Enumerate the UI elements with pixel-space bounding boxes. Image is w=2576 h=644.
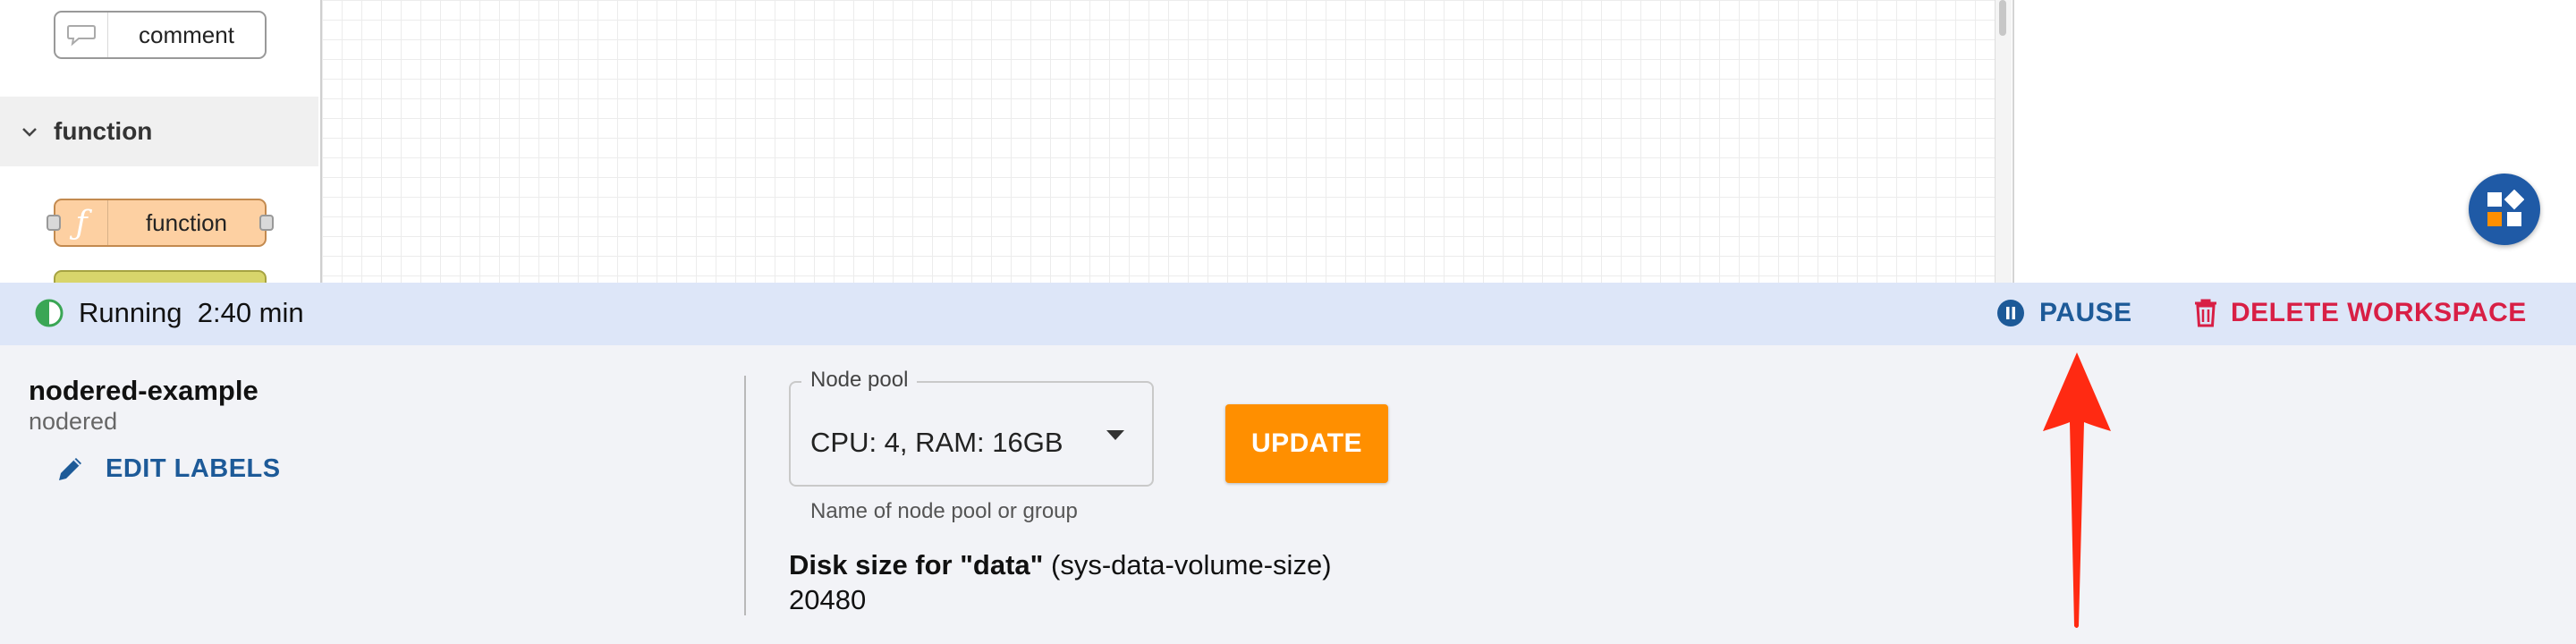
palette-category-function[interactable]: function <box>0 97 318 166</box>
palette-category-label: function <box>54 117 153 145</box>
palette-node-label: comment <box>139 21 234 48</box>
canvas-scrollbar[interactable] <box>1995 0 2012 283</box>
widgets-icon <box>2487 190 2524 226</box>
palette-node-function[interactable]: ƒ function <box>47 199 274 247</box>
node-input-port <box>47 215 61 231</box>
edit-labels-label: EDIT LABELS <box>106 453 281 483</box>
workspace-type: nodered <box>29 408 118 435</box>
disk-size-label: Disk size for "data" (sys-data-volume-si… <box>789 549 1332 581</box>
disk-size-value: 20480 <box>789 584 867 615</box>
caret-down-icon[interactable] <box>1106 430 1124 440</box>
dashboard-widget-button[interactable] <box>2469 174 2540 245</box>
workspace-status-bar <box>0 283 2576 345</box>
node-pool-value: CPU: 4, RAM: 16GB <box>810 427 1063 458</box>
node-pool-helper-text: Name of node pool or group <box>810 499 1078 523</box>
vertical-divider <box>744 376 746 615</box>
status-text: Running 2:40 min <box>79 298 304 328</box>
edit-labels-button[interactable]: EDIT LABELS <box>55 451 281 487</box>
flow-canvas[interactable] <box>322 0 2002 283</box>
pause-label: PAUSE <box>2039 298 2132 327</box>
disk-size-label-bold: Disk size for "data" <box>789 549 1044 580</box>
pause-icon <box>1997 300 2024 326</box>
pause-button[interactable]: PAUSE <box>1996 295 2132 331</box>
workspace-name: nodered-example <box>29 375 258 406</box>
disk-size-key: (sys-data-volume-size) <box>1051 549 1332 580</box>
running-status-icon <box>35 299 64 327</box>
function-icon: ƒ <box>55 200 108 245</box>
trash-icon <box>2195 299 2216 327</box>
node-palette: comment function ƒ function <box>0 0 322 297</box>
node-output-port <box>259 215 274 231</box>
node-red-editor: comment function ƒ function <box>0 0 2576 297</box>
annotation-arrow-icon <box>2043 352 2111 628</box>
palette-node-comment[interactable]: comment <box>54 11 267 59</box>
chevron-down-icon <box>21 120 39 143</box>
status-state: Running <box>79 297 182 328</box>
palette-node-label: function <box>145 208 228 236</box>
update-button[interactable]: UPDATE <box>1225 404 1388 483</box>
node-pool-legend: Node pool <box>801 367 918 394</box>
status-elapsed: 2:40 min <box>197 297 304 328</box>
scrollbar-thumb[interactable] <box>1999 0 2006 36</box>
pencil-icon <box>59 458 81 480</box>
delete-label: DELETE WORKSPACE <box>2231 298 2527 327</box>
delete-workspace-button[interactable]: DELETE WORKSPACE <box>2193 295 2527 331</box>
speech-bubble-icon <box>55 13 108 57</box>
